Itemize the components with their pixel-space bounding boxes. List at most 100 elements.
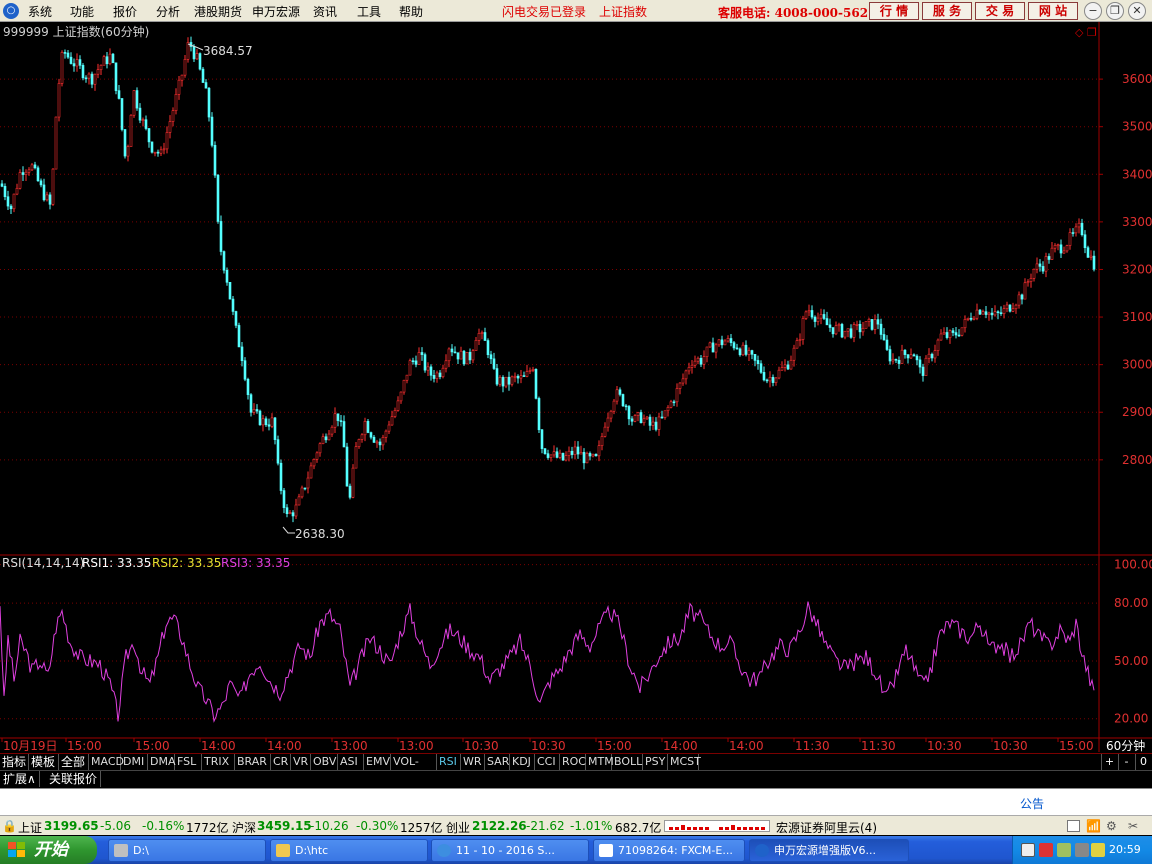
- taskbar-item-htc-folder[interactable]: D:\htc: [270, 839, 428, 862]
- menu-quote[interactable]: 报价: [113, 3, 137, 20]
- flag-icon[interactable]: [1039, 843, 1053, 857]
- period-label[interactable]: 60分钟: [1106, 738, 1145, 752]
- tab-asi[interactable]: ASI: [338, 754, 364, 770]
- tab-指标[interactable]: 指标: [0, 754, 29, 770]
- time-tick-label: 13:00: [399, 739, 434, 752]
- reset-button[interactable]: 0: [1135, 754, 1151, 770]
- tab-fsl[interactable]: FSL: [175, 754, 202, 770]
- tab-trix[interactable]: TRIX: [202, 754, 235, 770]
- taskbar-item-drive-d[interactable]: D:\: [108, 839, 266, 862]
- tab-mcst[interactable]: MCST: [668, 754, 701, 770]
- tab-dmi[interactable]: DMI: [121, 754, 148, 770]
- candle-body: [210, 116, 214, 146]
- menu-system[interactable]: 系统: [28, 3, 52, 20]
- tab-全部[interactable]: 全部: [59, 754, 89, 770]
- minimize-icon[interactable]: −: [1084, 2, 1102, 20]
- candle-body: [738, 348, 742, 356]
- candle-body: [510, 376, 514, 385]
- menu-swhy[interactable]: 申万宏源: [252, 3, 300, 20]
- time-tick-label: 15:00: [1059, 739, 1094, 752]
- candle-body: [927, 353, 931, 359]
- tab-mtm[interactable]: MTM: [586, 754, 614, 770]
- network-icon[interactable]: [1057, 843, 1071, 857]
- taskbar-item-swhy[interactable]: 申万宏源增强版V6...: [749, 839, 909, 862]
- kline-chart[interactable]: 3600 3500 3400 3300 3200 3100 3000 2900 2800 100…: [0, 22, 1152, 752]
- candle-body: [498, 377, 502, 385]
- zoom-in-button[interactable]: +: [1101, 754, 1117, 770]
- tab-vol-tdx[interactable]: VOL-TDX: [391, 754, 437, 784]
- candle-body: [639, 412, 643, 424]
- tab-kdj[interactable]: KDJ: [510, 754, 535, 770]
- time-tick-label: 13:00: [333, 739, 368, 752]
- zoom-out-button[interactable]: -: [1118, 754, 1134, 770]
- close-icon[interactable]: ✕: [1128, 2, 1146, 20]
- candle-body: [108, 53, 112, 65]
- candle-body: [159, 149, 163, 154]
- tab-roc[interactable]: ROC: [560, 754, 586, 770]
- candle-body: [66, 52, 70, 58]
- candle-body: [249, 394, 253, 413]
- tab-cci[interactable]: CCI: [535, 754, 560, 770]
- cy-value: 2122.26: [472, 819, 527, 833]
- candle-body: [489, 354, 493, 360]
- tab-brar[interactable]: BRAR: [235, 754, 271, 770]
- candle-body: [645, 416, 649, 420]
- tab-cr[interactable]: CR: [271, 754, 291, 770]
- tools-icon[interactable]: ✂: [1128, 819, 1138, 833]
- tab-boll[interactable]: BOLL: [612, 754, 643, 770]
- menu-hk-futures[interactable]: 港股期货: [194, 3, 242, 20]
- window-icon[interactable]: [1067, 820, 1080, 832]
- candle-body: [42, 184, 46, 201]
- website-button[interactable]: 网 站: [1028, 2, 1078, 20]
- candle-body: [999, 312, 1003, 314]
- candle-body: [873, 319, 877, 330]
- speaker-icon[interactable]: [1075, 843, 1089, 857]
- menu-tools[interactable]: 工具: [357, 3, 381, 20]
- tab-dma[interactable]: DMA: [148, 754, 176, 770]
- trade-button[interactable]: 交 易: [975, 2, 1025, 20]
- candle-body: [306, 477, 310, 489]
- menu-function[interactable]: 功能: [70, 3, 94, 20]
- taskbar-item-fxcm[interactable]: 71098264: FXCM-E...: [593, 839, 745, 862]
- menu-analysis[interactable]: 分析: [156, 3, 180, 20]
- candle-body: [693, 360, 697, 366]
- monitor-icon[interactable]: [1021, 843, 1035, 857]
- sh-percent: -0.16%: [142, 819, 185, 833]
- diamond-icon[interactable]: ◇: [1075, 26, 1084, 39]
- menu-help[interactable]: 帮助: [399, 3, 423, 20]
- restore-icon[interactable]: ❐: [1106, 2, 1124, 20]
- candle-body: [54, 116, 58, 170]
- quote-button[interactable]: 行 情: [869, 2, 919, 20]
- tab-rsi[interactable]: RSI: [437, 754, 461, 770]
- tab-obv[interactable]: OBV: [311, 754, 338, 770]
- notice-link[interactable]: 公告: [1020, 795, 1044, 812]
- expand-icon[interactable]: ❐: [1087, 26, 1097, 39]
- chart-area[interactable]: 3600 3500 3400 3300 3200 3100 3000 2900 2800 100…: [0, 22, 1152, 752]
- menu-news[interactable]: 资讯: [313, 3, 337, 20]
- tab-psy[interactable]: PSY: [643, 754, 668, 770]
- tab-related-quotes[interactable]: 关联报价: [46, 771, 102, 787]
- tab-emv[interactable]: EMV: [364, 754, 391, 770]
- server-name[interactable]: 宏源证券阿里云(4): [776, 819, 877, 836]
- tab-模板[interactable]: 模板: [29, 754, 59, 770]
- taskbar-item-browser[interactable]: 11 - 10 - 2016 S...: [431, 839, 589, 862]
- tab-wr[interactable]: WR: [461, 754, 485, 770]
- candle-body: [795, 340, 799, 349]
- tab-vr[interactable]: VR: [291, 754, 311, 770]
- tab-sar[interactable]: SAR: [485, 754, 510, 770]
- tab-macd[interactable]: MACD: [89, 754, 124, 770]
- candle-body: [417, 352, 421, 365]
- app-logo-icon[interactable]: ○: [3, 3, 19, 19]
- signal-icon[interactable]: 📶: [1086, 819, 1101, 833]
- settings-icon[interactable]: ⚙: [1106, 819, 1117, 833]
- candle-body: [429, 366, 433, 376]
- candle-body: [117, 90, 121, 99]
- service-button[interactable]: 服 务: [922, 2, 972, 20]
- tray-app-icon[interactable]: [1091, 843, 1105, 857]
- start-button[interactable]: 开始: [0, 836, 97, 864]
- candle-body: [585, 453, 589, 464]
- tab-extend[interactable]: 扩展∧: [0, 771, 40, 787]
- lock-icon[interactable]: 🔒: [2, 819, 17, 833]
- time-tick-label: 14:00: [729, 739, 764, 752]
- candle-body: [414, 360, 418, 365]
